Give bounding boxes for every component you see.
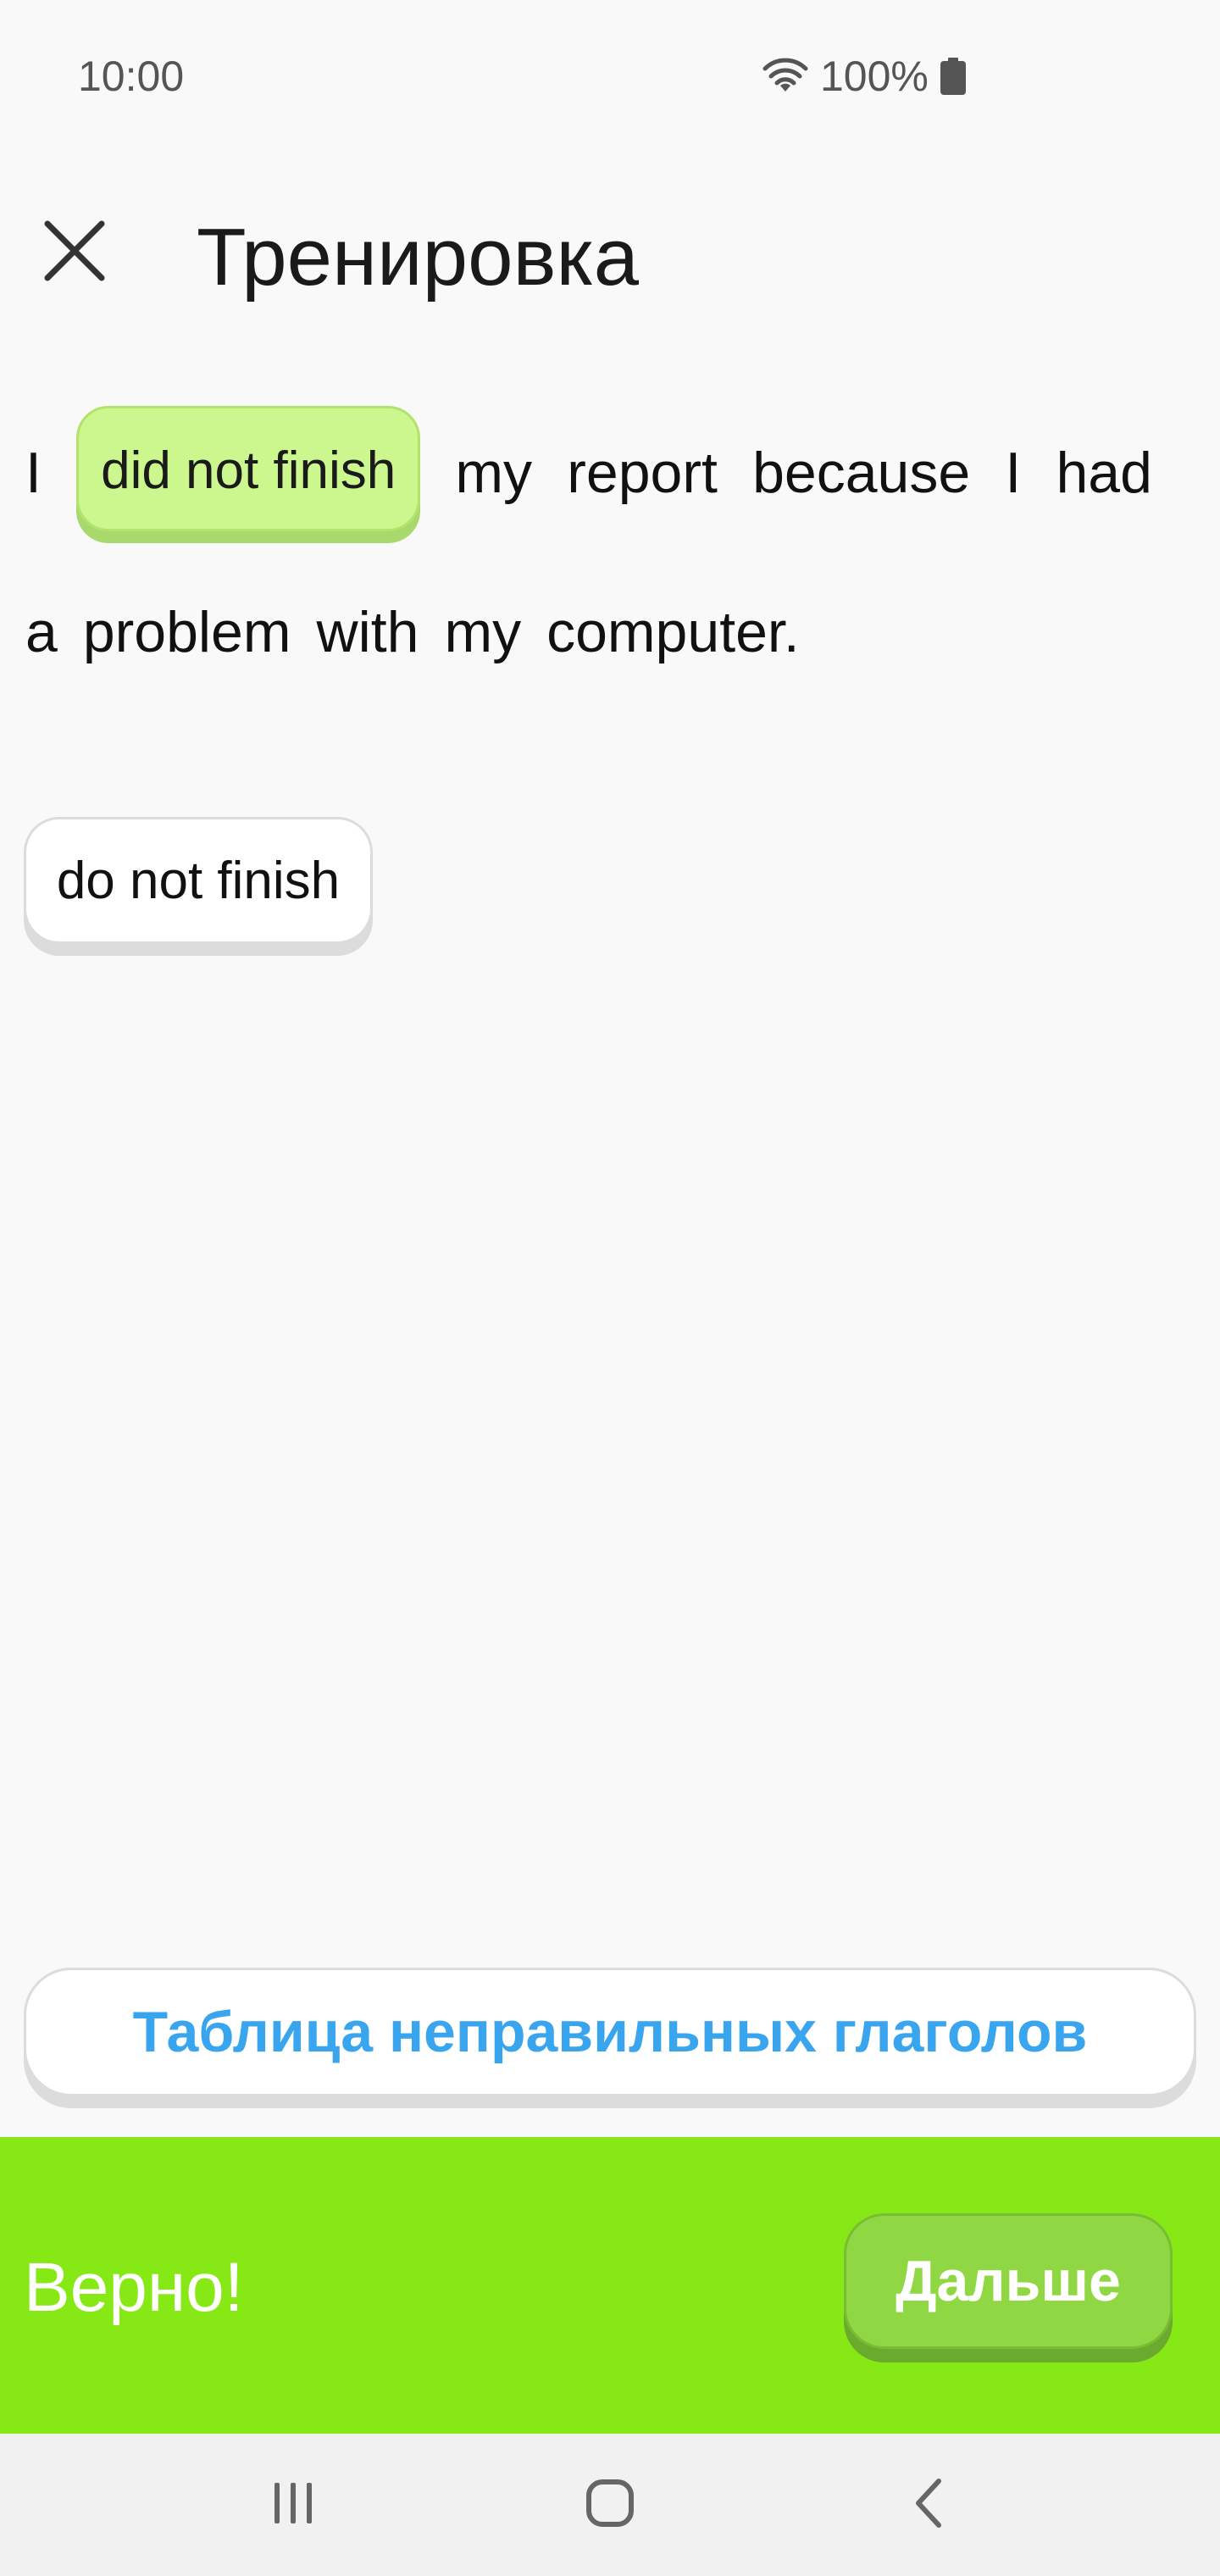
- home-button[interactable]: [576, 2471, 644, 2539]
- sentence-line-2: a problem with my computer.: [25, 564, 800, 700]
- recent-apps-button[interactable]: [259, 2471, 327, 2539]
- back-icon: [910, 2478, 947, 2533]
- sentence-word: I: [25, 441, 42, 505]
- selected-answer-chip[interactable]: did not finish: [76, 406, 421, 531]
- sentence-word: report: [567, 441, 718, 505]
- sentence-word: I: [1005, 441, 1022, 505]
- sentence-word: with: [316, 600, 419, 664]
- next-button[interactable]: Дальше: [844, 2213, 1173, 2349]
- sentence-word: had: [1056, 441, 1152, 505]
- irregular-verbs-table-button[interactable]: Таблица неправильных глаголов: [24, 1968, 1196, 2096]
- sentence-word: my: [455, 441, 533, 505]
- battery-percent: 100%: [820, 53, 929, 100]
- sentence-word: problem: [82, 600, 291, 664]
- sentence-word: my: [444, 600, 522, 664]
- status-time: 10:00: [78, 53, 185, 100]
- system-nav-bar: [0, 2434, 1220, 2576]
- result-text: Верно!: [24, 2249, 244, 2326]
- battery-icon: [940, 58, 966, 95]
- option-chip[interactable]: do not finish: [24, 817, 373, 944]
- recent-apps-icon: [268, 2479, 319, 2531]
- status-indicators: 100%: [762, 51, 966, 102]
- sentence-word: a: [25, 600, 58, 664]
- screen: 10:00 100% Тренировка I did not finish m…: [0, 0, 1220, 2576]
- sentence-word: because: [752, 441, 971, 505]
- close-icon: [42, 219, 107, 287]
- home-icon: [585, 2478, 635, 2533]
- page-title: Тренировка: [197, 212, 639, 303]
- sentence-word: computer.: [546, 600, 800, 664]
- close-button[interactable]: [34, 212, 115, 293]
- back-button[interactable]: [895, 2471, 962, 2539]
- result-banner: Верно! Дальше: [0, 2137, 1220, 2434]
- sentence-line-1: I did not finish my report because I had: [25, 405, 1152, 541]
- wifi-icon: [762, 58, 808, 95]
